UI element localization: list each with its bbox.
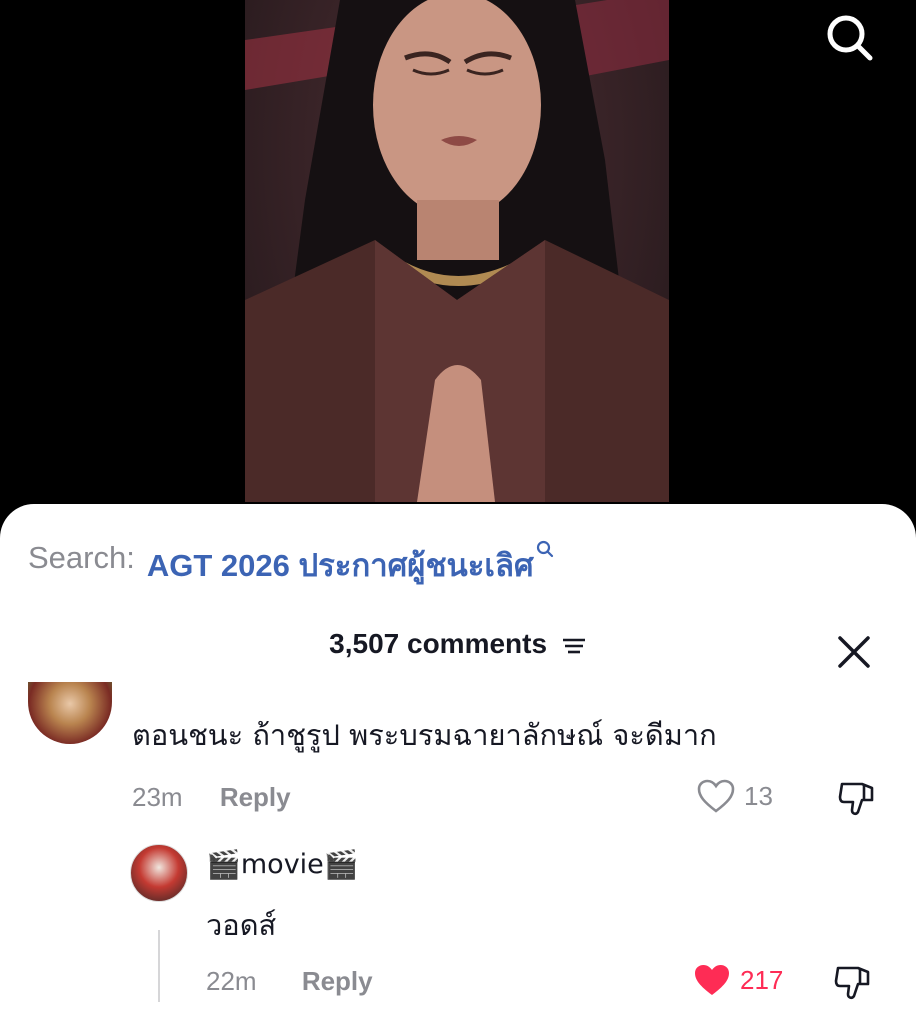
comments-count: 3,507 comments [329,628,548,659]
video-area[interactable] [0,0,916,530]
search-button[interactable] [824,12,876,64]
comments-header: 3,507 comments [0,628,916,660]
avatar[interactable] [130,844,188,902]
close-icon [838,636,870,668]
like-count: 13 [744,780,773,811]
reply-meta: 22m Reply [206,966,373,997]
like-button[interactable]: 217 [692,962,783,998]
heart-icon [697,779,735,813]
sort-icon[interactable] [561,635,587,657]
reply-button[interactable]: Reply [302,966,373,996]
like-button[interactable]: 13 [696,778,773,814]
clapperboard-icon: 🎬 [206,848,241,881]
reply-text: วอดส์ [206,908,277,942]
comment-text: ตอนชนะ ถ้าชูรูป พระบรมฉายาลักษณ์ จะดีมาก [132,718,717,752]
comments-sheet: Search: AGT 2026 ประกาศผู้ชนะเลิศ 3,507 … [0,504,916,1024]
dislike-icon [834,966,870,1000]
search-query[interactable]: AGT 2026 ประกาศผู้ชนะเลิศ [147,540,534,590]
thread-line [158,930,160,1002]
comment-meta: 23m Reply [132,782,291,813]
search-icon [536,540,553,558]
search-icon [827,15,873,61]
like-count: 217 [740,964,784,995]
dislike-button[interactable] [832,962,874,1006]
reply-time: 22m [206,966,257,996]
heart-icon [695,965,729,995]
reply-button[interactable]: Reply [220,782,291,812]
reply-author-name: movie [240,849,324,880]
comment-time: 23m [132,782,183,812]
video-frame[interactable] [245,0,669,502]
dislike-button[interactable] [836,778,878,822]
clapperboard-icon: 🎬 [323,848,359,881]
avatar[interactable] [28,682,112,744]
video-thumbnail [245,0,669,502]
close-button[interactable] [836,634,872,670]
reply-author[interactable]: 🎬 movie 🎬 [206,848,359,881]
search-suggestion[interactable]: Search: AGT 2026 ประกาศผู้ชนะเลิศ [28,540,554,590]
dislike-icon [838,782,874,816]
search-prefix: Search: [28,540,135,575]
